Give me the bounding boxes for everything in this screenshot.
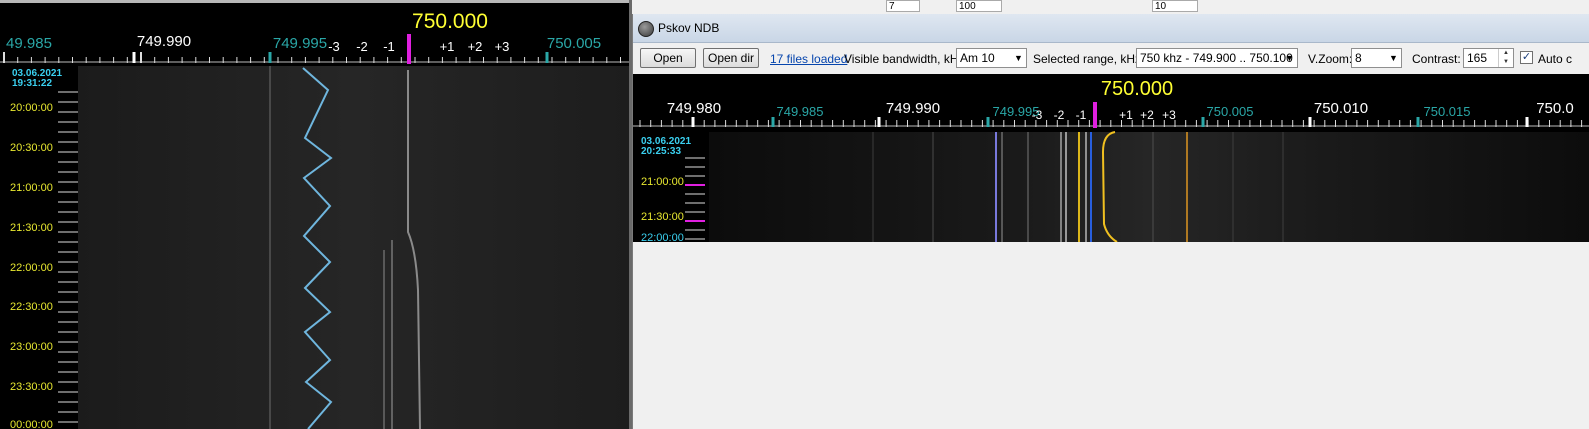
files-loaded-link[interactable]: 17 files loaded	[770, 52, 847, 66]
time-label: 23:30:00	[10, 381, 53, 393]
toolbar: Open Open dir 17 files loaded Visible ba…	[633, 43, 1589, 74]
center-marker	[1093, 102, 1097, 128]
freq-ticks	[3, 52, 621, 63]
empty-content-area	[633, 242, 1589, 429]
freq-label: 749.980	[667, 100, 721, 117]
time-label: 21:00:00	[10, 182, 53, 194]
selected-range-select[interactable]: 750 khz - 749.900 .. 750.100 ▼	[1136, 48, 1298, 68]
time-label: 22:00:00	[10, 262, 53, 274]
auto-contrast-label: Auto c	[1538, 52, 1573, 66]
contrast-label: Contrast:	[1412, 52, 1461, 66]
offset-label: +3	[1162, 108, 1176, 122]
pskov-ndb-window: Pskov NDB Open Open dir 17 files loaded …	[632, 14, 1589, 429]
freq-major-tick	[1201, 117, 1205, 127]
spinner-arrows-icon[interactable]: ▲ ▼	[1498, 49, 1513, 67]
time-ticks	[58, 91, 78, 423]
open-dir-button[interactable]: Open dir	[703, 48, 759, 68]
background-field[interactable]: 7	[886, 0, 920, 12]
contrast-spinner[interactable]: 165 ▲ ▼	[1463, 48, 1514, 68]
time-label: 21:30:00	[641, 211, 684, 223]
time-ticks	[685, 157, 705, 240]
app-icon	[638, 21, 654, 37]
freq-label: 749.990	[137, 33, 191, 50]
time-label: 21:00:00	[641, 176, 684, 188]
offset-label: -1	[383, 39, 395, 54]
vzoom-select[interactable]: 8 ▼	[1351, 48, 1402, 68]
freq-label: 749.990	[886, 100, 940, 117]
background-window-edge	[0, 0, 632, 3]
background-waterfall: 750.000 49.985 749.990 749.995 750.005 -…	[0, 10, 630, 429]
time-label: 22:30:00	[10, 301, 53, 313]
offset-label: +1	[1119, 108, 1133, 122]
time-label: 20:30:00	[10, 142, 53, 154]
freq-label: 750.0	[1536, 100, 1574, 117]
spectrum-waterfall-panel: 750.000 749.980 749.985 749.990 749.995 …	[633, 74, 1589, 242]
waterfall-start-time: 19:31:22	[12, 78, 52, 89]
freq-major-tick	[986, 117, 990, 127]
visible-bandwidth-label: Visible bandwidth, kHz:	[844, 52, 968, 66]
offset-label: -3	[328, 39, 340, 54]
offset-label: +3	[495, 39, 510, 54]
freq-major-tick	[1525, 117, 1529, 127]
freq-label: 750.010	[1314, 100, 1368, 117]
background-window-toolbar: 7 100 10	[632, 0, 1589, 14]
center-frequency: 750.000	[412, 10, 488, 33]
offset-label: -3	[1032, 108, 1043, 122]
chevron-down-icon[interactable]: ▼	[1011, 49, 1026, 67]
screen: 750.000 49.985 749.990 749.995 750.005 -…	[0, 0, 1589, 429]
time-label: 23:00:00	[10, 341, 53, 353]
vzoom-label: V.Zoom:	[1308, 52, 1353, 66]
auto-contrast-checkbox[interactable]: ✓	[1520, 51, 1533, 64]
window-title: Pskov NDB	[658, 21, 720, 35]
chevron-down-icon[interactable]: ▼	[1386, 49, 1401, 67]
offset-label: -2	[1054, 108, 1065, 122]
freq-label: 749.985	[777, 104, 824, 119]
window-titlebar[interactable]: Pskov NDB	[633, 14, 1589, 43]
freq-label: 49.985	[6, 35, 52, 52]
freq-label: 750.005	[547, 35, 601, 52]
offset-label: +1	[440, 39, 455, 54]
offset-label: -2	[356, 39, 368, 54]
freq-major-tick	[691, 117, 695, 127]
open-button[interactable]: Open	[640, 48, 696, 68]
chevron-down-icon[interactable]: ▼	[1282, 49, 1297, 67]
selected-range-value: 750 khz - 749.900 .. 750.100	[1140, 51, 1293, 65]
background-field[interactable]: 10	[1152, 0, 1198, 12]
background-field[interactable]: 100	[956, 0, 1002, 12]
center-marker	[407, 34, 411, 64]
freq-label: 750.005	[1207, 104, 1254, 119]
freq-major-tick	[877, 117, 881, 127]
freq-major-tick	[1416, 117, 1420, 127]
waterfall-start-time: 20:25:33	[641, 146, 681, 157]
freq-major-tick	[771, 117, 775, 127]
waterfall-body	[78, 66, 629, 429]
spectrum-waterfall: 750.000 749.980 749.985 749.990 749.995 …	[633, 78, 1589, 242]
vzoom-value: 8	[1355, 51, 1362, 65]
waterfall-body	[709, 132, 1589, 242]
time-label: 00:00:00	[10, 419, 53, 429]
freq-label: 750.015	[1424, 104, 1471, 119]
offset-label: +2	[468, 39, 483, 54]
freq-major-tick	[132, 52, 136, 63]
selected-range-label: Selected range, kHz:	[1033, 52, 1145, 66]
freq-label: 749.995	[273, 35, 327, 52]
offset-label: -1	[1076, 108, 1087, 122]
offset-label: +2	[1140, 108, 1154, 122]
time-label: 21:30:00	[10, 222, 53, 234]
center-frequency: 750.000	[1101, 78, 1173, 100]
freq-major-tick	[1308, 117, 1312, 127]
visible-bandwidth-value: Am 10	[960, 51, 995, 65]
time-label: 22:00:00	[641, 232, 684, 242]
background-waterfall-panel: 750.000 49.985 749.990 749.995 750.005 -…	[0, 0, 632, 429]
freq-major-tick	[545, 52, 549, 63]
contrast-value: 165	[1467, 51, 1488, 65]
time-label: 20:00:00	[10, 102, 53, 114]
freq-major-tick	[268, 52, 272, 63]
visible-bandwidth-select[interactable]: Am 10 ▼	[956, 48, 1027, 68]
